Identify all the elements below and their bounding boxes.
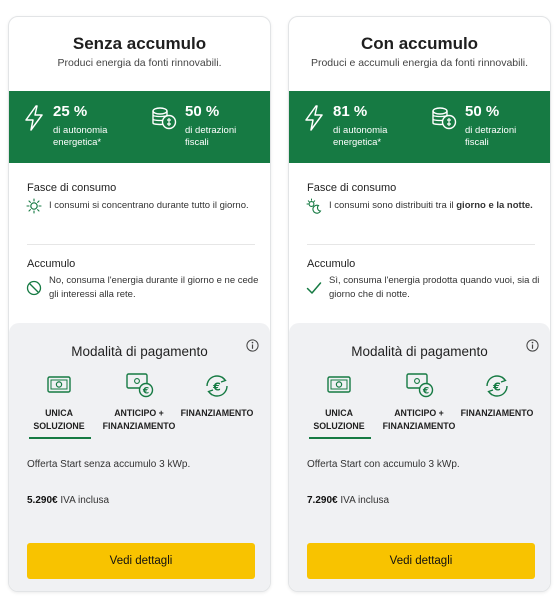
banknote-icon bbox=[47, 376, 71, 393]
payment-option-unica[interactable]: UNICA SOLUZIONE bbox=[297, 371, 381, 441]
offer-card-senza-accumulo: Senza accumulo Produci energia da fonti … bbox=[8, 16, 271, 592]
price-suffix: IVA inclusa bbox=[57, 495, 110, 506]
stat-detrazioni: 50 % di detrazioni fiscali bbox=[431, 103, 550, 153]
details-button[interactable]: Vedi dettagli bbox=[307, 543, 535, 579]
stats-band: 81 % di autonomia energetica* 50 % di de… bbox=[289, 91, 550, 163]
storage-text: No, consuma l'energia durante il giorno … bbox=[49, 275, 259, 300]
option-label: FINANZIAMENTO bbox=[460, 408, 534, 418]
stat-value: 25 % bbox=[53, 103, 88, 120]
stat-autonomia: 25 % di autonomia energetica* bbox=[23, 103, 143, 153]
card-title: Con accumulo bbox=[360, 34, 479, 53]
euro-cycle-icon: € bbox=[206, 375, 228, 397]
sun-moon-icon bbox=[306, 198, 322, 214]
consumption-heading: Fasce di consumo bbox=[27, 182, 117, 194]
offer-text: Offerta Start senza accumulo 3 kWp. bbox=[27, 459, 191, 470]
option-label: UNICA SOLUZIONE bbox=[313, 408, 365, 431]
stat-label: di autonomia energetica* bbox=[333, 125, 388, 148]
prohibited-icon bbox=[26, 280, 42, 296]
price-text: 5.290€ IVA inclusa bbox=[27, 495, 109, 506]
info-icon[interactable] bbox=[526, 339, 539, 352]
svg-text:€: € bbox=[212, 381, 221, 394]
consumption-text-main: I consumi sono distribuiti tra il bbox=[329, 200, 457, 211]
price-text: 7.290€ IVA inclusa bbox=[307, 495, 389, 506]
lightning-bolt-icon bbox=[305, 105, 323, 131]
price-value: 7.290€ bbox=[307, 495, 338, 506]
payment-title: Modalità di pagamento bbox=[71, 344, 208, 359]
divider bbox=[307, 244, 535, 245]
card-title: Senza accumulo bbox=[72, 34, 207, 53]
svg-text:€: € bbox=[142, 387, 149, 397]
info-icon[interactable] bbox=[246, 339, 259, 352]
option-label: ANTICIPO + FINANZIAMENTO bbox=[382, 408, 456, 431]
stat-value: 50 % bbox=[185, 103, 220, 120]
stat-autonomia: 81 % di autonomia energetica* bbox=[303, 103, 423, 153]
stat-detrazioni: 50 % di detrazioni fiscali bbox=[151, 103, 270, 153]
coins-stack-icon bbox=[432, 107, 457, 130]
price-suffix: IVA inclusa bbox=[337, 495, 390, 506]
consumption-text-bold: giorno e la notte. bbox=[456, 200, 533, 211]
stat-label: di detrazioni fiscali bbox=[465, 125, 517, 148]
details-button[interactable]: Vedi dettagli bbox=[27, 543, 255, 579]
selected-underline bbox=[29, 437, 91, 439]
banknote-euro-icon: € bbox=[126, 373, 154, 398]
offer-text: Offerta Start con accumulo 3 kWp. bbox=[307, 459, 460, 470]
payment-option-anticipo[interactable]: € ANTICIPO + FINANZIAMENTO bbox=[97, 371, 181, 441]
consumption-text: I consumi si concentrano durante tutto i… bbox=[49, 200, 249, 211]
coins-stack-icon bbox=[152, 107, 177, 130]
option-label: UNICA SOLUZIONE bbox=[33, 408, 85, 431]
payment-section: Modalità di pagamento UNICA SOLUZIONE € … bbox=[289, 323, 550, 591]
lightning-bolt-icon bbox=[25, 105, 43, 131]
stat-label: di detrazioni fiscali bbox=[185, 125, 237, 148]
card-subtitle: Produci e accumuli energia da fonti rinn… bbox=[310, 57, 529, 69]
consumption-heading: Fasce di consumo bbox=[307, 182, 397, 194]
divider bbox=[27, 244, 255, 245]
stat-value: 81 % bbox=[333, 103, 368, 120]
stats-band: 25 % di autonomia energetica* 50 % di de… bbox=[9, 91, 270, 163]
storage-text: Sì, consuma l'energia prodotta quando vu… bbox=[329, 275, 540, 300]
price-value: 5.290€ bbox=[27, 495, 58, 506]
svg-text:€: € bbox=[422, 387, 429, 397]
storage-heading: Accumulo bbox=[27, 258, 76, 270]
check-icon bbox=[306, 282, 322, 294]
svg-text:€: € bbox=[492, 381, 501, 394]
banknote-icon bbox=[327, 376, 351, 393]
euro-cycle-icon: € bbox=[486, 375, 508, 397]
consumption-text: I consumi sono distribuiti tra il giorno… bbox=[329, 199, 544, 213]
offer-card-con-accumulo: Con accumulo Produci e accumuli energia … bbox=[288, 16, 551, 592]
payment-option-unica[interactable]: UNICA SOLUZIONE bbox=[17, 371, 101, 441]
stat-value: 50 % bbox=[465, 103, 500, 120]
option-label: FINANZIAMENTO bbox=[180, 408, 254, 418]
payment-option-finanziamento[interactable]: € FINANZIAMENTO bbox=[455, 371, 539, 441]
payment-option-anticipo[interactable]: € ANTICIPO + FINANZIAMENTO bbox=[377, 371, 461, 441]
payment-option-finanziamento[interactable]: € FINANZIAMENTO bbox=[175, 371, 259, 441]
option-label: ANTICIPO + FINANZIAMENTO bbox=[102, 408, 176, 431]
banknote-euro-icon: € bbox=[406, 373, 434, 398]
payment-section: Modalità di pagamento UNICA SOLUZIONE € … bbox=[9, 323, 270, 591]
stat-label: di autonomia energetica* bbox=[53, 125, 108, 148]
storage-heading: Accumulo bbox=[307, 258, 356, 270]
sun-icon bbox=[26, 198, 42, 214]
payment-title: Modalità di pagamento bbox=[351, 344, 488, 359]
card-subtitle: Produci energia da fonti rinnovabili. bbox=[57, 57, 222, 69]
selected-underline bbox=[309, 437, 371, 439]
